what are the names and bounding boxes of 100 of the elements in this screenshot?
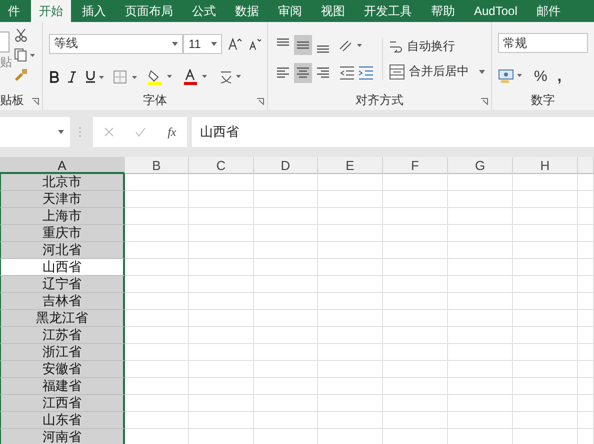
table-cell <box>318 293 383 310</box>
dropdown-caret-icon[interactable] <box>479 70 485 74</box>
underline-icon[interactable] <box>85 70 105 83</box>
table-cell <box>578 208 594 225</box>
grow-font-icon[interactable] <box>228 36 242 50</box>
insert-function-button[interactable]: fx <box>168 124 176 140</box>
table-cell <box>578 412 594 429</box>
wrap-text-button[interactable]: 自动换行 <box>389 38 485 55</box>
phonetic-guide-icon[interactable] <box>219 68 243 84</box>
table-cell <box>448 412 513 429</box>
column-header[interactable]: E <box>318 157 383 174</box>
merge-center-button[interactable]: 合并后居中 <box>389 63 485 80</box>
table-cell <box>513 174 578 191</box>
currency-icon[interactable] <box>498 68 524 84</box>
table-cell <box>125 174 189 191</box>
ribbon-tab[interactable]: 开始 <box>31 0 71 22</box>
align-middle-icon[interactable] <box>294 35 312 55</box>
table-cell <box>513 378 578 395</box>
table-cell <box>578 293 594 310</box>
table-cell <box>383 361 448 378</box>
table-cell <box>189 310 254 327</box>
copy-icon[interactable] <box>14 48 36 62</box>
ribbon-tab[interactable]: 帮助 <box>423 0 463 22</box>
table-cell <box>125 344 189 361</box>
table-cell <box>513 259 578 276</box>
table-cell <box>448 242 513 259</box>
table-cell <box>189 395 254 412</box>
column-header[interactable]: F <box>383 157 448 174</box>
table-cell <box>448 225 513 242</box>
font-size-field[interactable]: 11 <box>183 34 222 54</box>
table-cell <box>254 412 318 429</box>
table-cell <box>383 378 448 395</box>
dialog-launcher-icon[interactable] <box>32 98 39 105</box>
ribbon-tab[interactable]: 件 <box>0 0 28 22</box>
table-cell <box>254 259 318 276</box>
table-cell <box>125 276 189 293</box>
ribbon-tab[interactable]: 插入 <box>74 0 114 22</box>
dialog-launcher-icon[interactable] <box>257 98 264 105</box>
table-cell <box>513 412 578 429</box>
dropdown-caret-icon[interactable] <box>58 130 64 134</box>
table-cell <box>189 412 254 429</box>
format-painter-icon[interactable] <box>14 68 28 82</box>
table-cell <box>318 174 383 191</box>
bold-icon[interactable] <box>49 70 59 82</box>
table-cell <box>448 259 513 276</box>
table-cell <box>513 395 578 412</box>
ribbon-tab[interactable]: 数据 <box>227 0 267 22</box>
column-header[interactable]: G <box>448 157 513 174</box>
ribbon-tab[interactable]: 视图 <box>313 0 353 22</box>
ribbon-tab[interactable]: 页面布局 <box>117 0 181 22</box>
scissors-icon[interactable] <box>14 28 28 42</box>
ribbon-tab[interactable]: AudTool <box>466 0 526 22</box>
table-cell <box>383 276 448 293</box>
column-header[interactable]: H <box>513 157 578 174</box>
table-cell: 山西省 <box>0 259 125 276</box>
shrink-font-icon[interactable] <box>248 36 261 50</box>
dropdown-caret-icon[interactable] <box>172 42 178 46</box>
font-family-field[interactable]: 等线 <box>49 34 184 54</box>
table-cell <box>513 276 578 293</box>
table-cell <box>125 395 189 412</box>
ribbon-tab[interactable]: 审阅 <box>270 0 310 22</box>
table-cell <box>125 242 189 259</box>
align-center-icon[interactable] <box>294 63 312 83</box>
column-header[interactable]: B <box>125 157 189 174</box>
table-cell <box>578 225 594 242</box>
ribbon-tab[interactable]: 邮件 <box>528 0 568 22</box>
comma-style-button[interactable]: , <box>557 68 562 85</box>
ribbon-tab[interactable]: 开发工具 <box>356 0 420 22</box>
table-cell <box>513 242 578 259</box>
table-cell <box>318 242 383 259</box>
column-header[interactable]: C <box>189 157 254 174</box>
table-cell <box>318 361 383 378</box>
table-cell <box>383 191 448 208</box>
table-cell <box>383 174 448 191</box>
table-cell: 山东省 <box>0 412 125 429</box>
table-cell <box>383 395 448 412</box>
fill-color-icon[interactable] <box>147 68 175 84</box>
column-header[interactable]: A <box>0 157 125 174</box>
borders-icon[interactable] <box>113 70 139 84</box>
group-label: 对齐方式 <box>356 92 404 109</box>
table-cell <box>383 412 448 429</box>
formula-input[interactable]: 山西省 <box>192 117 594 147</box>
table-cell <box>448 378 513 395</box>
ribbon-tab[interactable]: 公式 <box>184 0 224 22</box>
table-cell <box>318 344 383 361</box>
dropdown-caret-icon[interactable] <box>211 42 218 46</box>
table-cell <box>254 276 318 293</box>
number-format-field[interactable]: 常规 <box>498 33 588 54</box>
table-cell <box>513 191 578 208</box>
percent-style-button[interactable]: % <box>534 68 548 85</box>
column-header[interactable]: D <box>254 157 318 174</box>
table-cell <box>448 395 513 412</box>
dialog-launcher-icon[interactable] <box>481 98 488 105</box>
table-cell <box>125 412 189 429</box>
table-cell <box>383 293 448 310</box>
wrap-text-icon <box>389 38 403 54</box>
table-cell <box>578 395 594 412</box>
italic-icon[interactable] <box>67 70 77 82</box>
enter-check-icon[interactable] <box>135 127 146 137</box>
table-cell <box>448 327 513 344</box>
